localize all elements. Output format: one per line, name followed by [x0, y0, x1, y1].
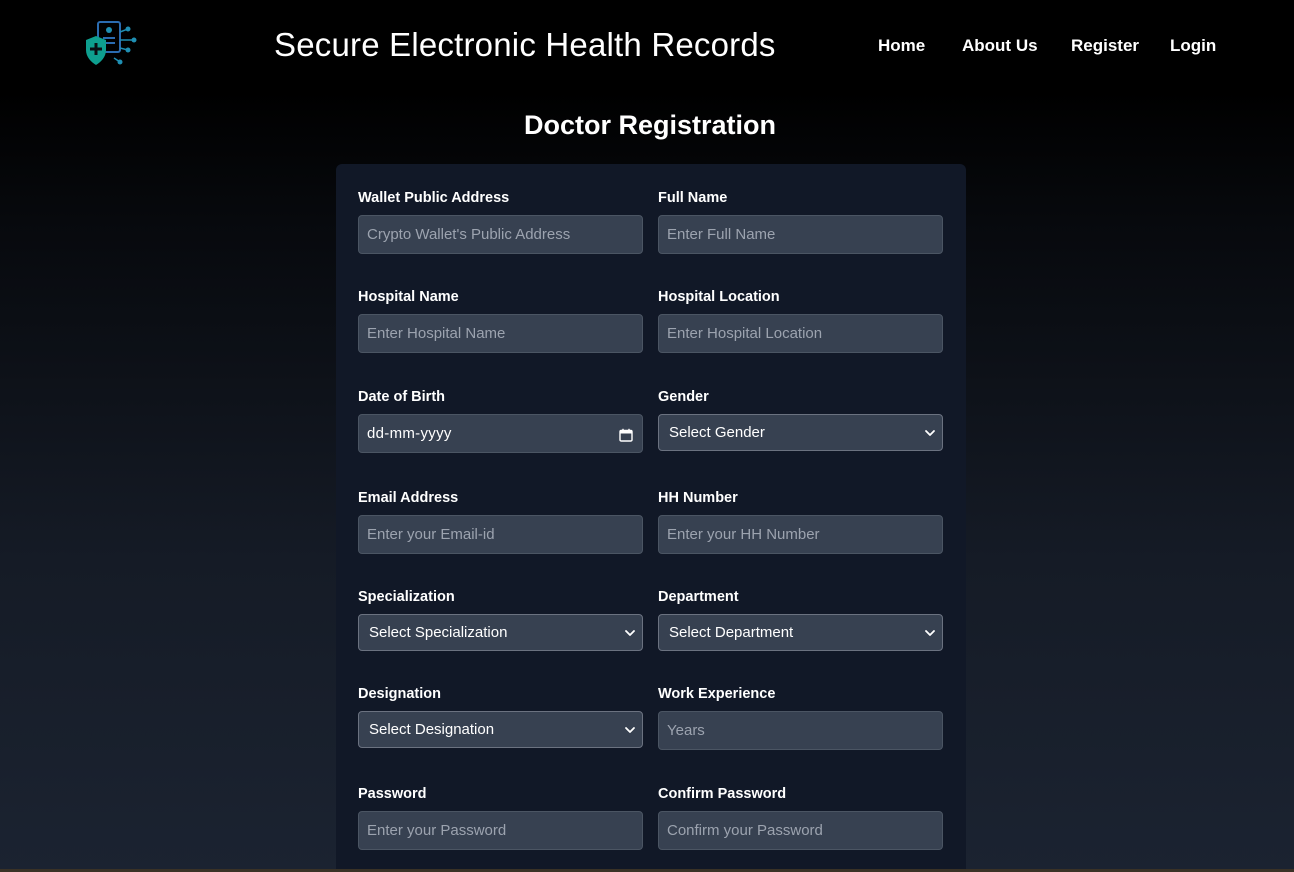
registration-form: Wallet Public Address Full Name Hospital… — [336, 164, 966, 872]
designation-field-group: Designation Select Designation — [358, 686, 643, 748]
designation-selected-value: Select Designation — [369, 721, 495, 738]
hospital-name-input[interactable] — [358, 314, 643, 353]
hh-number-field-group: HH Number — [658, 490, 943, 554]
calendar-icon[interactable] — [619, 428, 633, 442]
password-input[interactable] — [358, 811, 643, 850]
work-experience-input[interactable] — [658, 711, 943, 750]
wallet-label: Wallet Public Address — [358, 190, 510, 206]
email-label: Email Address — [358, 490, 459, 506]
full-name-label: Full Name — [658, 190, 728, 206]
department-field-group: Department Select Department — [658, 589, 943, 651]
department-selected-value: Select Department — [669, 624, 794, 641]
hospital-location-input[interactable] — [658, 314, 943, 353]
password-field-group: Password — [358, 786, 643, 850]
hospital-name-field-group: Hospital Name — [358, 289, 643, 353]
hospital-location-label: Hospital Location — [658, 289, 780, 305]
wallet-address-input[interactable] — [358, 215, 643, 254]
page-heading: Doctor Registration — [523, 110, 777, 140]
health-records-logo-icon[interactable] — [84, 20, 138, 70]
chevron-down-icon — [924, 626, 936, 638]
wallet-field-group: Wallet Public Address — [358, 190, 643, 254]
nav-register-link[interactable]: Register — [1071, 36, 1139, 56]
gender-field-group: Gender Select Gender — [658, 389, 943, 451]
dob-value: dd-mm-yyyy — [367, 425, 452, 442]
designation-label: Designation — [358, 686, 441, 702]
work-experience-label: Work Experience — [658, 686, 776, 702]
nav-about-link[interactable]: About Us — [962, 36, 1038, 56]
hospital-name-label: Hospital Name — [358, 289, 459, 305]
dob-label: Date of Birth — [358, 389, 445, 405]
chevron-down-icon — [624, 626, 636, 638]
hospital-location-field-group: Hospital Location — [658, 289, 943, 353]
dob-field-group: Date of Birth dd-mm-yyyy — [358, 389, 643, 453]
email-field-group: Email Address — [358, 490, 643, 554]
email-input[interactable] — [358, 515, 643, 554]
hh-number-label: HH Number — [658, 490, 738, 506]
nav-home-link[interactable]: Home — [878, 36, 925, 56]
designation-select[interactable]: Select Designation — [358, 711, 643, 748]
department-label: Department — [658, 589, 739, 605]
department-select[interactable]: Select Department — [658, 614, 943, 651]
site-title: Secure Electronic Health Records — [274, 26, 776, 63]
confirm-password-input[interactable] — [658, 811, 943, 850]
password-label: Password — [358, 786, 427, 802]
chevron-down-icon — [924, 426, 936, 438]
gender-selected-value: Select Gender — [669, 424, 765, 441]
specialization-select[interactable]: Select Specialization — [358, 614, 643, 651]
gender-label: Gender — [658, 389, 709, 405]
confirm-password-field-group: Confirm Password — [658, 786, 943, 850]
work-experience-field-group: Work Experience — [658, 686, 943, 750]
gender-select[interactable]: Select Gender — [658, 414, 943, 451]
site-header: Secure Electronic Health Records Home Ab… — [0, 0, 1294, 92]
full-name-input[interactable] — [658, 215, 943, 254]
full-name-field-group: Full Name — [658, 190, 943, 254]
confirm-password-label: Confirm Password — [658, 786, 787, 802]
specialization-selected-value: Select Specialization — [369, 624, 508, 641]
hh-number-input[interactable] — [658, 515, 943, 554]
nav-login-link[interactable]: Login — [1170, 36, 1216, 56]
specialization-label: Specialization — [358, 589, 455, 605]
specialization-field-group: Specialization Select Specialization — [358, 589, 643, 651]
chevron-down-icon — [624, 723, 636, 735]
date-of-birth-input[interactable]: dd-mm-yyyy — [358, 414, 643, 453]
